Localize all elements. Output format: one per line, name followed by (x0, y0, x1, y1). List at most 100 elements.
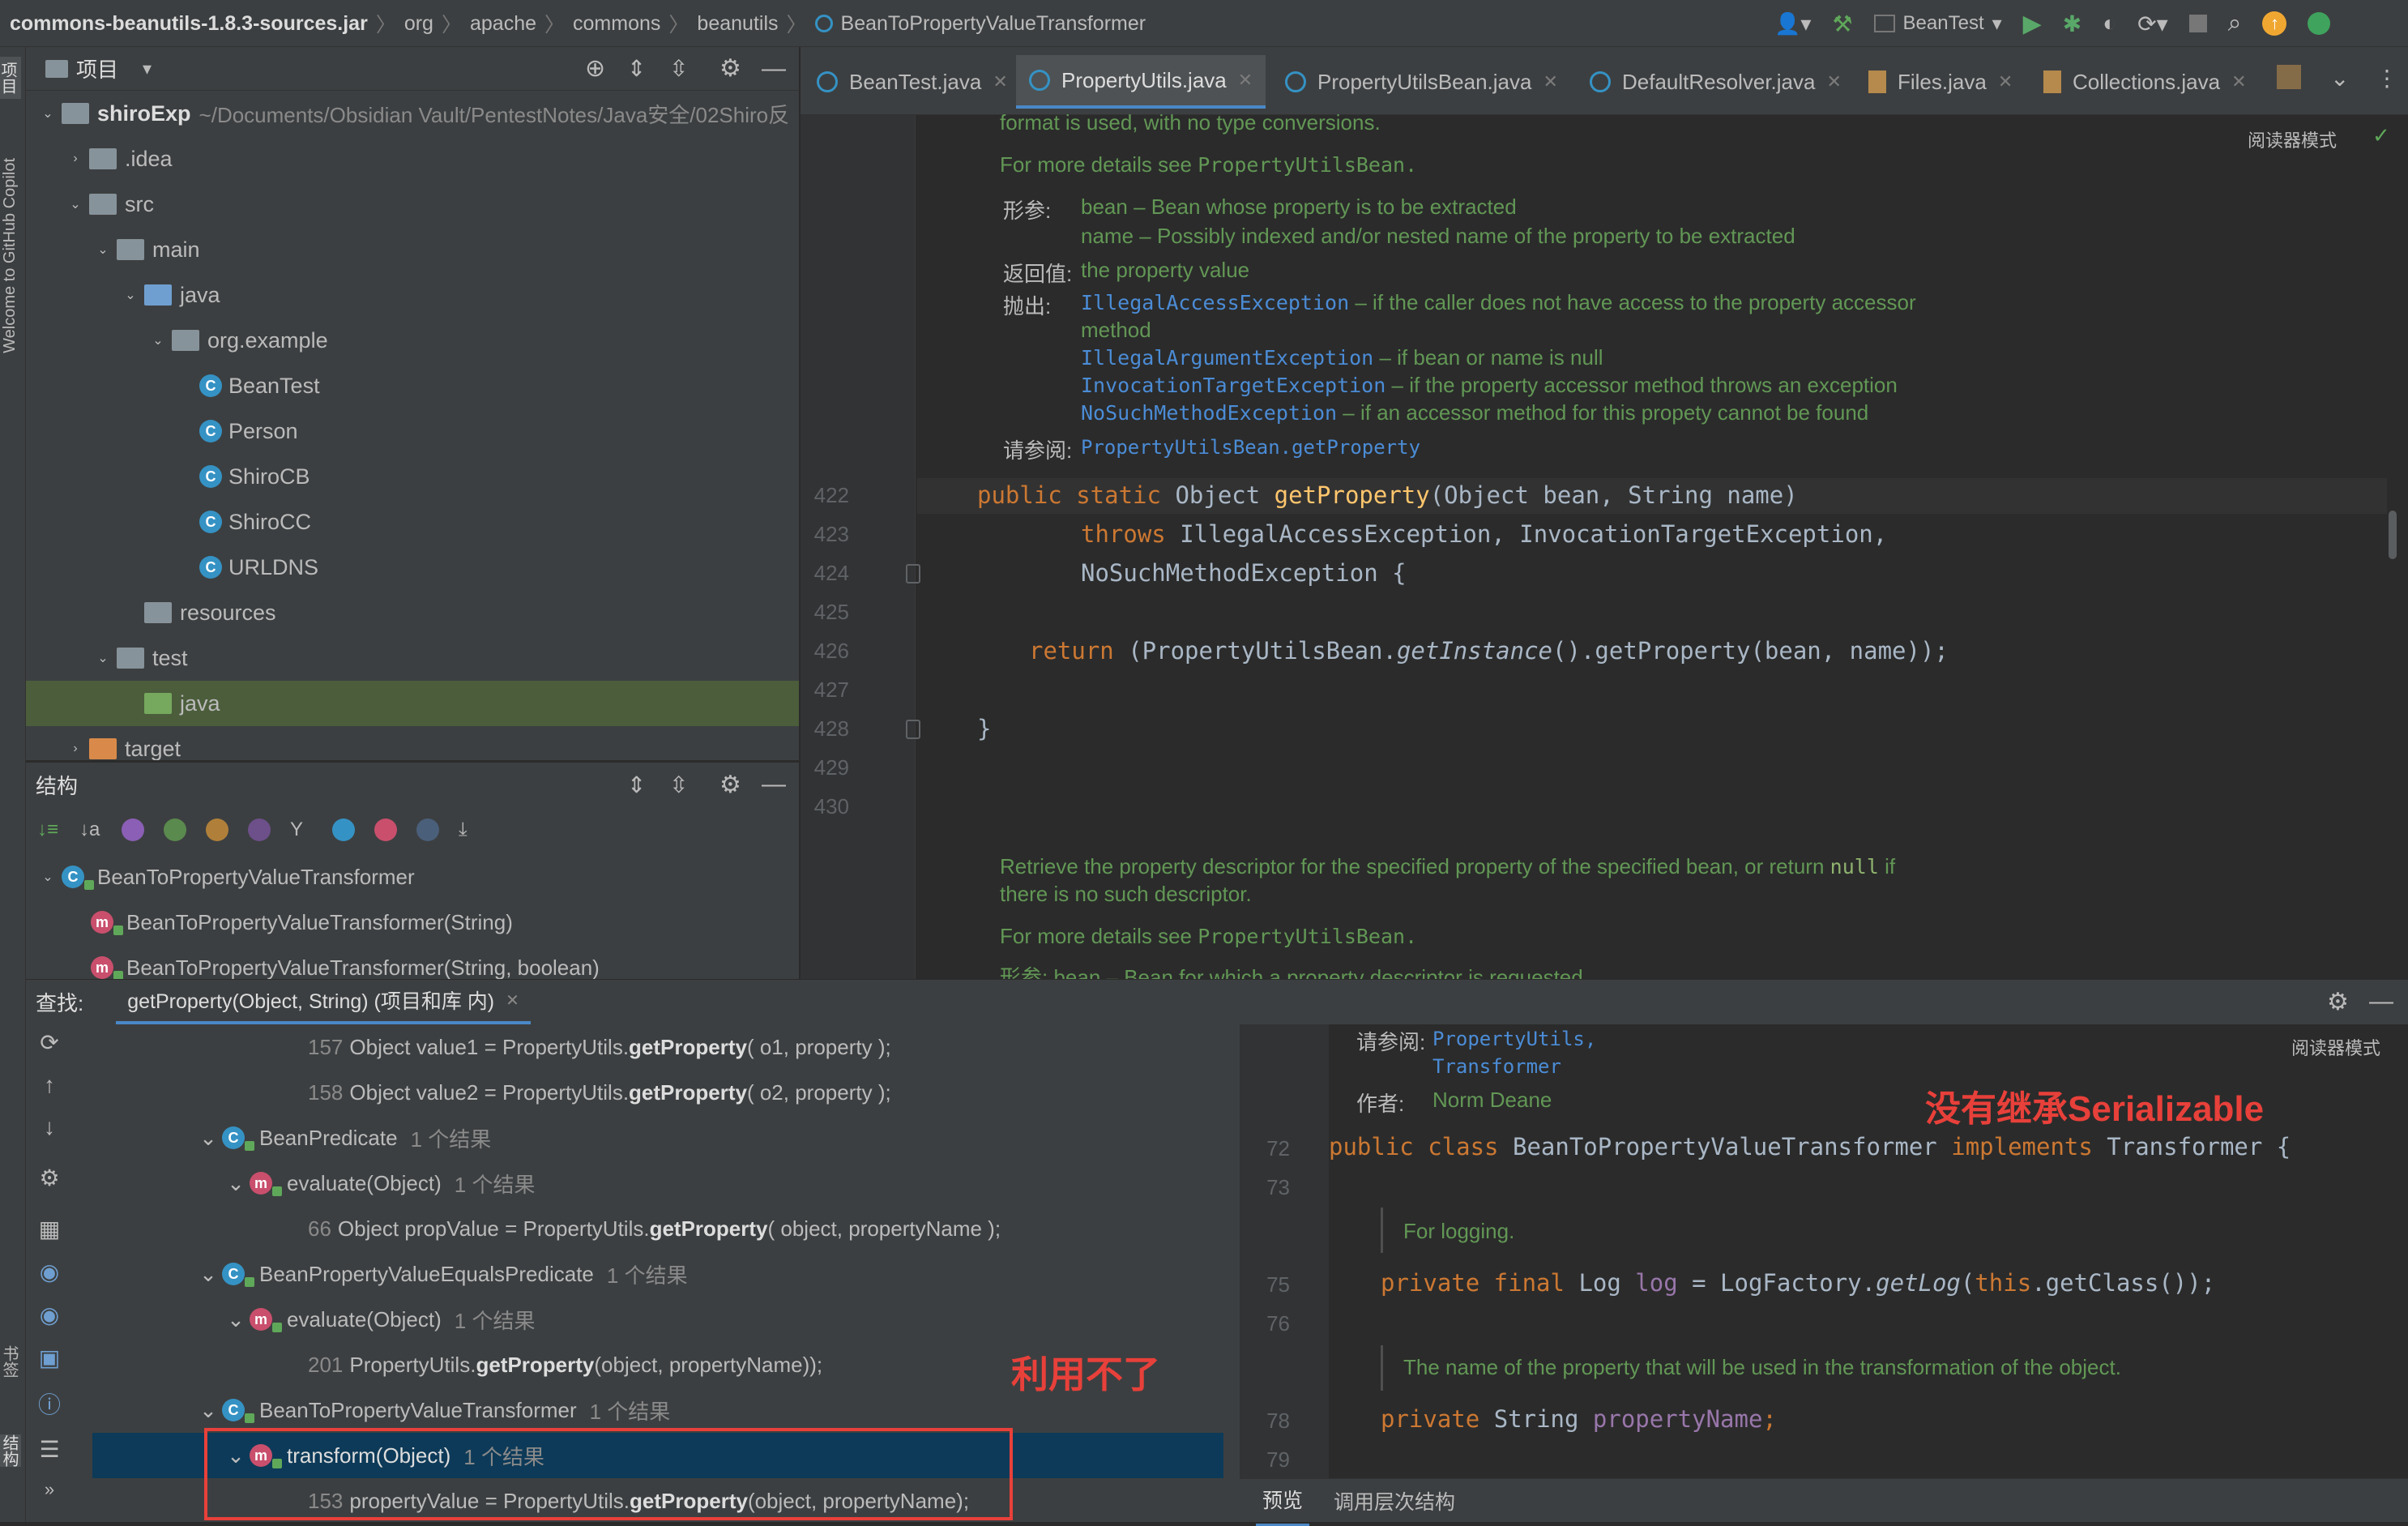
more-icon[interactable]: » (45, 1479, 54, 1500)
preview-see-link1[interactable]: PropertyUtils, (1432, 1028, 1596, 1050)
close-icon[interactable]: ✕ (1543, 71, 1557, 92)
preview-icon[interactable]: ▣ (39, 1344, 60, 1371)
tree-item-shirocc[interactable]: C ShiroCC (26, 499, 799, 545)
tab-preview[interactable]: 预览 (1256, 1475, 1310, 1526)
doc-link[interactable]: InvocationTargetException (1081, 374, 1385, 397)
tree-item-resources[interactable]: resources (26, 590, 799, 635)
close-icon[interactable]: ✕ (1238, 70, 1253, 91)
code-line-423[interactable]: throws IllegalAccessException, Invocatio… (1081, 520, 1887, 548)
breadcrumb-item-commons[interactable]: commons (573, 12, 660, 36)
tab-call-hierarchy[interactable]: 调用层次结构 (1334, 1486, 1455, 1515)
navigate-icon[interactable]: ◉ (40, 1259, 59, 1285)
preview-reader-mode[interactable]: 阅读器模式 (2291, 1034, 2380, 1060)
tree-item-test[interactable]: ⌄ test (26, 635, 799, 681)
align-icon[interactable]: ☰ (39, 1436, 59, 1463)
result-line[interactable]: 157 Object value1 = PropertyUtils. getProp… (89, 1024, 1223, 1070)
chevron-down-icon[interactable]: ⌄ (89, 644, 117, 672)
run-icon[interactable]: ▶ (2023, 10, 2042, 38)
structure-item-class[interactable]: ⌄ C BeanToPropertyValueTransformer (26, 854, 799, 900)
stop-icon[interactable] (2188, 15, 2207, 32)
run-config-select[interactable]: BeanTest ▾ (1873, 12, 2002, 36)
bookmarks-tool-button[interactable]: 书签 (0, 1345, 21, 1378)
autoscroll-from-source-icon[interactable]: ⤓ (459, 819, 481, 841)
fold-marker-icon[interactable] (906, 564, 920, 583)
show-non-public-icon[interactable] (248, 819, 271, 841)
result-class[interactable]: ⌄ C BeanPredicate 1 个结果 (89, 1115, 1223, 1161)
locate-icon[interactable]: ⊕ (585, 54, 605, 83)
show-fields-icon[interactable] (206, 819, 228, 841)
doc-see-link[interactable]: PropertyUtilsBean.getProperty (1081, 436, 1420, 459)
tab-files[interactable]: Files.java ✕ (1855, 55, 2026, 109)
result-method[interactable]: ⌄ m evaluate(Object) 1 个结果 (89, 1161, 1223, 1206)
structure-item-ctor1[interactable]: m BeanToPropertyValueTransformer(String) (26, 900, 799, 945)
update-icon[interactable]: ↑ (2262, 11, 2287, 36)
copilot-icon[interactable] (2308, 12, 2331, 35)
sort-alpha-icon[interactable]: ↓a (79, 819, 102, 841)
show-inherited-icon[interactable] (164, 819, 186, 841)
result-class[interactable]: ⌄ C BeanPropertyValueEqualsPredicate 1 个结果 (89, 1251, 1223, 1297)
lambda-icon[interactable] (374, 819, 397, 841)
tree-item-java[interactable]: ⌄ java (26, 272, 799, 318)
doc-link[interactable]: NoSuchMethodException (1081, 401, 1337, 425)
minimize-icon[interactable]: — (762, 55, 786, 83)
arrow-down-icon[interactable]: ↓ (44, 1114, 55, 1140)
expand-all-icon[interactable]: ⇕ (627, 55, 646, 82)
close-icon[interactable]: ✕ (1826, 71, 1841, 92)
more-tabs-icon[interactable] (2277, 65, 2301, 89)
tree-item-beantest[interactable]: C BeanTest (26, 363, 799, 408)
tree-item-package[interactable]: ⌄ org.example (26, 318, 799, 363)
user-icon[interactable]: 👤▾ (1774, 11, 1811, 36)
build-hammer-icon[interactable]: ⚒ (1832, 11, 1852, 37)
reader-mode-toggle[interactable]: 阅读器模式 (2248, 126, 2337, 152)
group-by-icon[interactable]: ▦ (39, 1216, 60, 1242)
chevron-down-icon[interactable]: ▾ (143, 58, 152, 79)
chevron-down-icon[interactable]: ⌄ (89, 236, 117, 263)
show-properties-icon[interactable] (122, 819, 144, 841)
structure-tool-button[interactable]: 结构 (0, 1434, 21, 1467)
doc-link[interactable]: PropertyUtilsBean. (1198, 925, 1417, 948)
expand-all-icon[interactable]: ⇕ (627, 772, 646, 798)
chevron-right-icon[interactable]: › (62, 145, 89, 173)
structure-title[interactable]: 结构 (36, 770, 78, 800)
close-icon[interactable]: ✕ (993, 71, 1007, 92)
tab-beantest[interactable]: BeanTest.java ✕ (804, 55, 1021, 109)
preview-code-72[interactable]: public class BeanToPropertyValueTransfor… (1329, 1133, 2291, 1161)
collapse-all-icon[interactable]: ⇳ (669, 55, 688, 82)
project-panel-title[interactable]: 项目 (76, 53, 118, 83)
chevron-down-icon[interactable]: ⌄ (34, 863, 62, 891)
gear-icon[interactable]: ⚙ (39, 1165, 59, 1191)
debug-icon[interactable]: ✱ (2063, 11, 2081, 37)
autoscroll-to-source-icon[interactable] (416, 819, 439, 841)
tree-item-root[interactable]: ⌄ shiroExp ~/Documents/Obsidian Vault/Pent… (26, 91, 799, 136)
breadcrumb-item-org[interactable]: org (404, 12, 433, 36)
coverage-icon[interactable]: ◐ (2103, 11, 2116, 36)
chevron-down-icon[interactable]: ⌄ (194, 1396, 222, 1424)
tab-propertyutilsbean[interactable]: PropertyUtilsBean.java ✕ (1272, 55, 1571, 109)
chevron-down-icon[interactable]: ⌄ (222, 1169, 250, 1197)
code-line-422[interactable]: public static Object getProperty(Object … (977, 481, 1798, 509)
tree-item-main[interactable]: ⌄ main (26, 227, 799, 272)
collapse-all-icon[interactable]: ⇳ (669, 772, 688, 798)
gear-icon[interactable]: ⚙ (2327, 988, 2349, 1016)
tree-item-src[interactable]: ⌄ src (26, 182, 799, 227)
structure-item-ctor2[interactable]: m BeanToPropertyValueTransformer(String, … (26, 945, 799, 981)
chevron-down-icon[interactable]: ⌄ (194, 1260, 222, 1288)
breadcrumb-item-apache[interactable]: apache (470, 12, 536, 36)
chevron-down-icon[interactable]: ⌄ (222, 1306, 250, 1333)
doc-link[interactable]: IllegalArgumentException (1081, 346, 1373, 370)
sort-visibility-icon[interactable]: ↓≡ (37, 819, 60, 841)
doc-link[interactable]: PropertyUtilsBean. (1198, 153, 1417, 177)
tree-item-test-java[interactable]: java (26, 681, 799, 726)
info-icon[interactable]: ⓘ (38, 1387, 61, 1420)
gear-icon[interactable]: ⚙ (719, 771, 741, 799)
anonymous-classes-icon[interactable] (332, 819, 355, 841)
preview-see-link2[interactable]: Transformer (1432, 1055, 1561, 1078)
tree-item-urldns[interactable]: C URLDNS (26, 545, 799, 590)
breadcrumb-item-jar[interactable]: commons-beanutils-1.8.3-sources.jar (10, 12, 368, 36)
tree-item-target[interactable]: › target (26, 726, 799, 761)
chevron-down-icon[interactable]: ⌄ (2330, 65, 2349, 92)
chevron-down-icon[interactable]: ⌄ (34, 100, 62, 127)
tab-collections[interactable]: Collections.java ✕ (2030, 55, 2260, 109)
tree-item-person[interactable]: C Person (26, 408, 799, 454)
gear-icon[interactable]: ⚙ (719, 54, 741, 83)
